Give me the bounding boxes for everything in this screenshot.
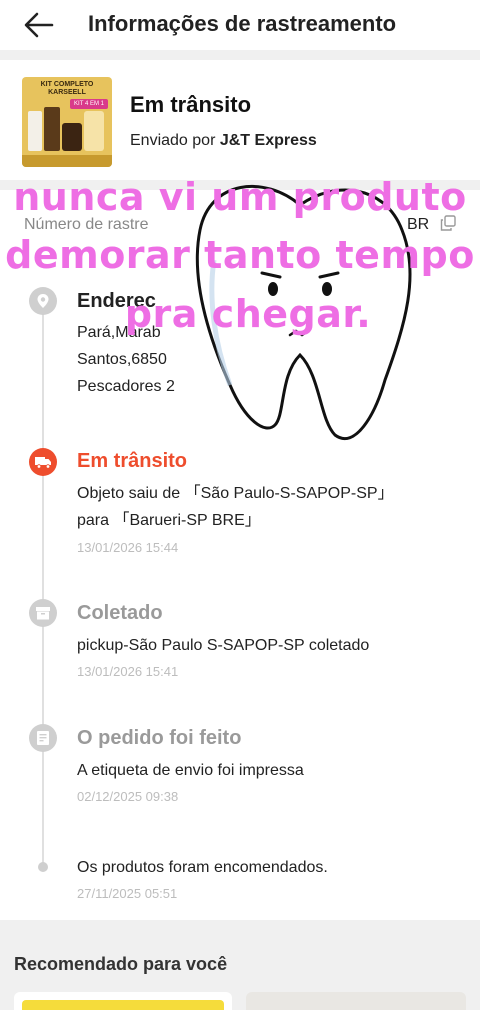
back-arrow-icon[interactable]: [22, 10, 56, 40]
recommended-product-card[interactable]: [246, 992, 466, 1010]
top-bar: Informações de rastreamento: [0, 0, 480, 50]
recommended-product-card[interactable]: [14, 992, 232, 1010]
overlay-caption: nunca vi um produto: [13, 175, 467, 219]
thumb-text: KARSEELL: [48, 89, 86, 96]
document-icon: [29, 724, 57, 752]
order-summary-card[interactable]: KIT COMPLETO KARSEELL KIT 4 EM 1 Em trân…: [0, 60, 480, 180]
event-timestamp: 13/01/2026 15:41: [77, 664, 179, 679]
timeline-connector: [42, 300, 44, 865]
timeline-dot: [38, 862, 48, 872]
carrier-prefix: Enviado por: [130, 132, 216, 149]
thumb-badge: KIT 4 EM 1: [70, 99, 108, 109]
event-timestamp: 13/01/2026 15:44: [77, 540, 179, 555]
event-description: para 「Barueri-SP BRE」: [77, 512, 261, 529]
product-thumbnail[interactable]: KIT COMPLETO KARSEELL KIT 4 EM 1: [22, 77, 112, 167]
product-image: [22, 1000, 224, 1010]
carrier-name: J&T Express: [219, 132, 317, 149]
event-description: A etiqueta de envio foi impressa: [77, 762, 304, 779]
event-description: Os produtos foram encomendados.: [77, 859, 328, 876]
timeline-title-in-transit: Em trânsito: [77, 450, 188, 472]
recommendations-section: Recomendado para você: [0, 930, 480, 1010]
page-title: Informações de rastreamento: [88, 11, 397, 36]
thumb-text: KIT COMPLETO: [40, 81, 94, 88]
truck-icon: [29, 448, 57, 476]
event-description: Objeto saiu de 「São Paulo-S-SAPOP-SP」: [77, 485, 394, 502]
timeline-title-collected: Coletado: [77, 602, 163, 624]
address-line: Pescadores 2: [77, 378, 175, 395]
event-timestamp: 27/11/2025 05:51: [77, 886, 178, 901]
recommendations-title: Recomendado para você: [14, 954, 228, 974]
shipment-status: Em trânsito: [130, 92, 252, 117]
overlay-caption: pra chegar.: [124, 292, 372, 336]
divider: [0, 920, 480, 930]
overlay-caption: demorar tanto tempo: [5, 233, 475, 277]
event-description: pickup-São Paulo S-SAPOP-SP coletado: [77, 637, 370, 654]
divider: [0, 50, 480, 60]
carrier-info: Enviado por J&T Express: [130, 132, 317, 150]
address-line: Santos,6850: [77, 351, 167, 368]
timeline-title-order-placed: O pedido foi feito: [77, 727, 242, 749]
event-timestamp: 02/12/2025 09:38: [77, 789, 179, 804]
box-icon: [29, 599, 57, 627]
